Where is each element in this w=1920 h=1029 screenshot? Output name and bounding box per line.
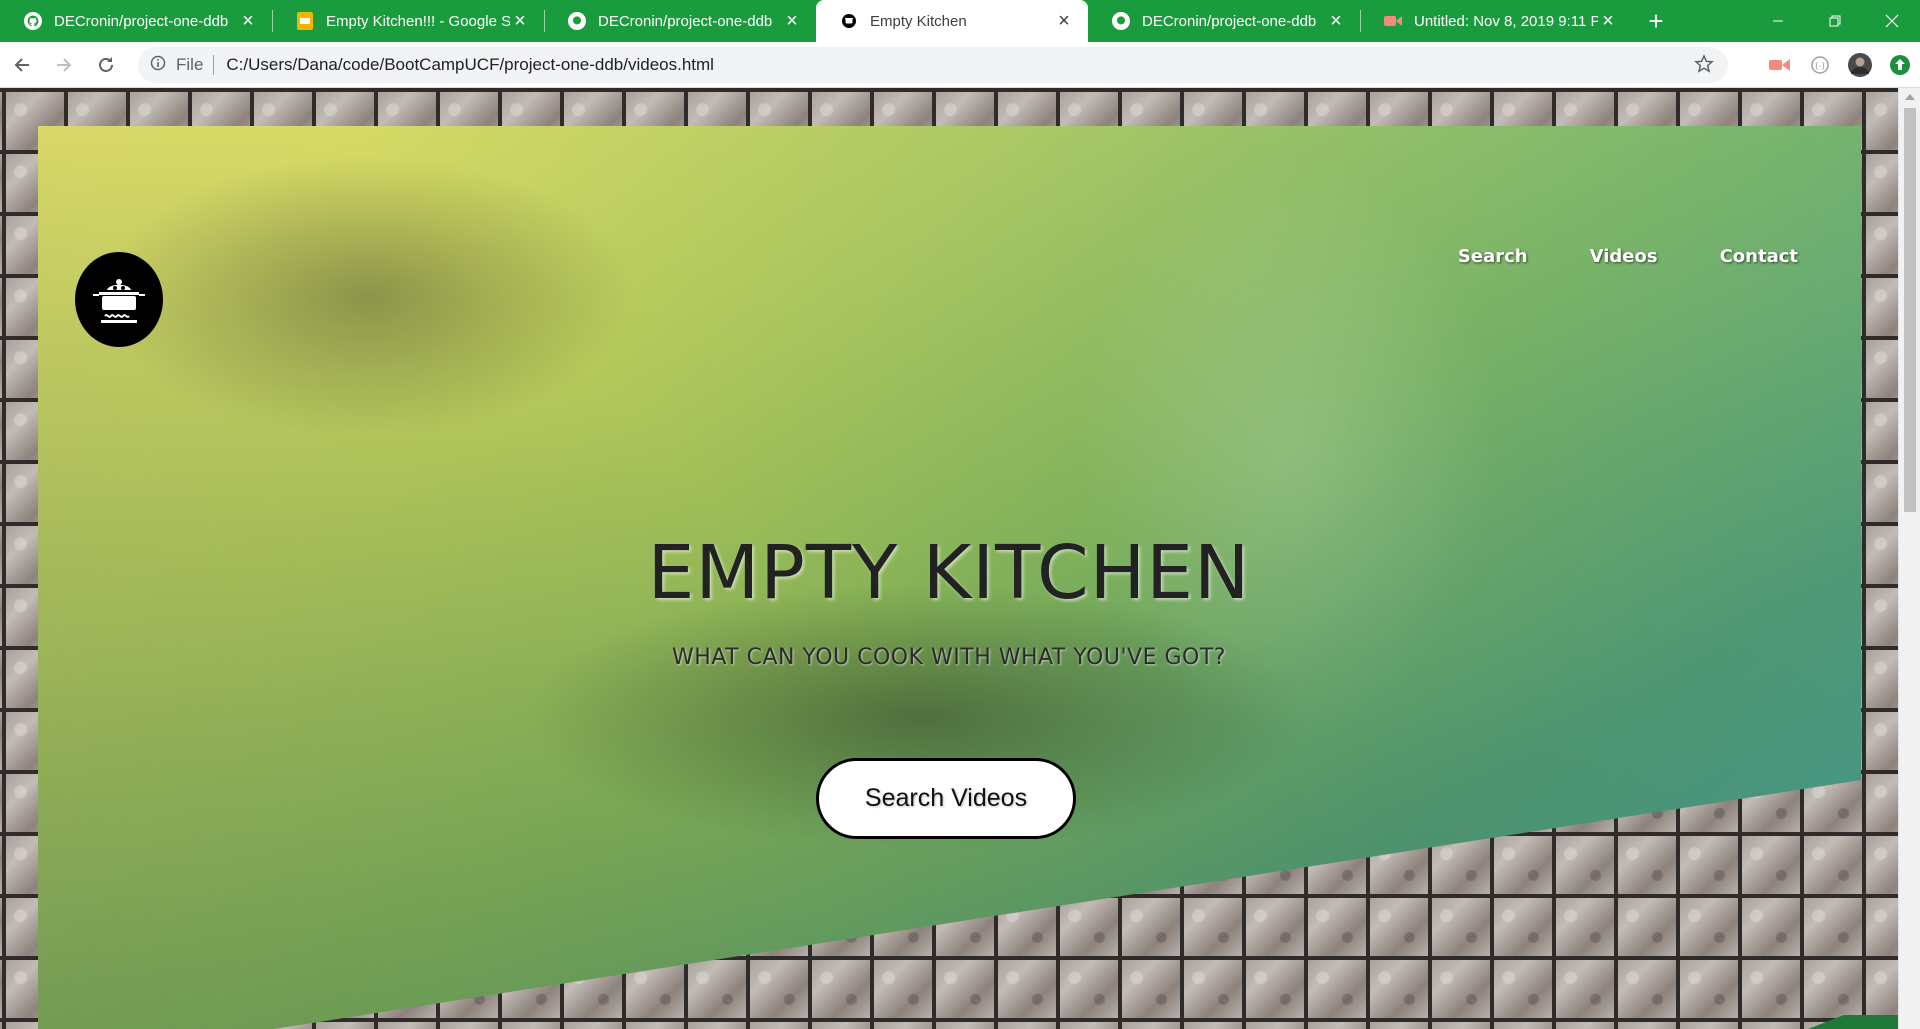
address-separator: [213, 55, 215, 75]
scroll-thumb[interactable]: [1904, 108, 1916, 512]
bookmark-star-icon[interactable]: [1694, 54, 1714, 79]
minimize-button[interactable]: [1749, 0, 1806, 42]
new-tab-button[interactable]: +: [1636, 0, 1676, 42]
screencastify-extension-icon[interactable]: [1760, 45, 1800, 85]
tab-title: Empty Kitchen: [870, 12, 967, 30]
update-icon[interactable]: [1880, 45, 1920, 85]
github-icon: [24, 12, 42, 30]
tab-title: DECronin/project-one-ddb: [1142, 12, 1317, 30]
tab-github-2[interactable]: DECronin/project-one-ddb ×: [544, 0, 816, 42]
tab-title: Empty Kitchen!!! - Google Sli: [326, 12, 510, 30]
page-title: EMPTY KITCHEN: [647, 530, 1251, 616]
nav-contact-link[interactable]: Contact: [1720, 246, 1798, 267]
search-videos-button[interactable]: Search Videos: [816, 758, 1076, 839]
pot-favicon-icon: [840, 12, 858, 30]
tab-close-icon[interactable]: ×: [1598, 11, 1618, 31]
site-logo[interactable]: [75, 252, 163, 347]
tab-close-icon[interactable]: ×: [510, 11, 530, 31]
tab-github-1[interactable]: DECronin/project-one-ddb ×: [0, 0, 272, 42]
profile-avatar[interactable]: [1840, 45, 1880, 85]
reload-icon: [99, 56, 113, 72]
tab-title: DECronin/project-one-ddb: [54, 12, 229, 30]
github-icon: [568, 12, 586, 30]
footer-corner-accent: [1808, 1015, 1898, 1029]
back-arrow-icon: [14, 57, 29, 72]
tab-close-icon[interactable]: ×: [1326, 11, 1346, 31]
github-icon: [1112, 12, 1130, 30]
tab-title: DECronin/project-one-ddb: [598, 12, 773, 30]
close-window-button[interactable]: [1863, 0, 1920, 42]
restore-button[interactable]: [1806, 0, 1863, 42]
site-nav: Search Videos Contact: [1458, 246, 1798, 267]
page-subtitle: WHAT CAN YOU COOK WITH WHAT YOU'VE GOT?: [672, 645, 1226, 670]
tab-empty-kitchen[interactable]: Empty Kitchen ×: [816, 0, 1088, 42]
tab-screencast[interactable]: Untitled: Nov 8, 2019 9:11 PM ×: [1360, 0, 1632, 42]
tab-title: Untitled: Nov 8, 2019 9:11 PM: [1414, 12, 1598, 30]
back-button[interactable]: [2, 45, 42, 85]
reload-button[interactable]: [86, 45, 126, 85]
tab-close-icon[interactable]: ×: [782, 11, 802, 31]
info-icon[interactable]: [150, 55, 166, 76]
page-scrollbar[interactable]: [1898, 88, 1920, 1029]
tab-close-icon[interactable]: ×: [1054, 11, 1074, 31]
tab-close-icon[interactable]: ×: [238, 11, 258, 31]
page-viewport: Search Videos Contact EMPTY KITCHEN WHAT…: [0, 88, 1898, 1029]
tab-google-slides[interactable]: Empty Kitchen!!! - Google Sli ×: [272, 0, 544, 42]
scroll-up-arrow-icon[interactable]: [1905, 94, 1915, 100]
google-slides-icon: [296, 12, 314, 30]
forward-arrow-icon: [57, 57, 72, 72]
tab-github-3[interactable]: DECronin/project-one-ddb ×: [1088, 0, 1360, 42]
window-controls: [1749, 0, 1920, 42]
nav-search-link[interactable]: Search: [1458, 246, 1528, 267]
browser-toolbar: File C:/Users/Dana/code/BootCampUCF/proj…: [0, 42, 1920, 88]
url-text[interactable]: C:/Users/Dana/code/BootCampUCF/project-o…: [226, 55, 714, 75]
scheme-label: File: [176, 55, 204, 74]
extensions-area: (·): [1760, 42, 1920, 88]
svg-text:(·): (·): [1815, 62, 1825, 72]
cooking-pot-icon: [93, 278, 145, 323]
nav-videos-link[interactable]: Videos: [1590, 246, 1658, 267]
tab-strip: DECronin/project-one-ddb × Empty Kitchen…: [0, 0, 1920, 42]
forward-button[interactable]: [44, 45, 84, 85]
extension-circle-icon[interactable]: (·): [1800, 45, 1840, 85]
screencast-icon: [1384, 12, 1402, 30]
address-bar[interactable]: File C:/Users/Dana/code/BootCampUCF/proj…: [138, 47, 1728, 83]
